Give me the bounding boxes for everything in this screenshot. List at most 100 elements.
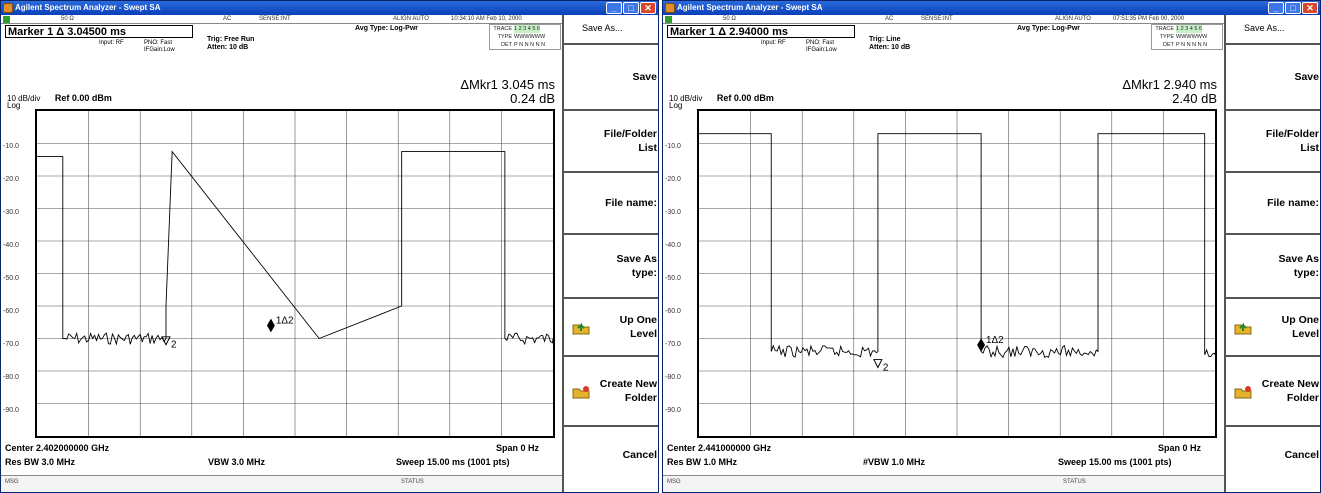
create-new-folder-button[interactable]: Create New Folder [1226,357,1320,427]
atten-label: Atten: 10 dB [207,44,249,51]
y-tick: -60.0 [3,308,19,315]
close-icon[interactable]: ✕ [640,2,656,14]
datetime: 10:34:10 AM Feb 10, 2000 [451,16,522,22]
y-tick: -10.0 [665,143,681,150]
msg-label: MSG [5,479,19,485]
det-val: P N N N N N [1176,42,1208,48]
ref-label: Ref 0.00 dBm [54,93,112,103]
center-freq: Center 2.402000000 GHz [5,443,110,453]
marker-label-text: 1Δ2 [986,335,1004,346]
message-bar: MSG STATUS [1,475,562,492]
folder-up-icon [572,322,590,335]
avg-type-label: Avg Type: Log-Pwr [355,25,418,32]
trace-lbl: TRACE [1155,26,1174,32]
softkey-panel: Save As... Save File/Folder List File na… [562,15,658,492]
res-bw-label: Res BW 3.0 MHz [5,457,76,467]
type-lbl: TYPE [1159,34,1174,40]
ifgain-label: IFGain:Low [806,47,837,53]
create-new-folder-button[interactable]: Create New Folder [564,357,658,427]
file-name-button[interactable]: File name: [1226,173,1320,235]
analyzer-window-left: Agilent Spectrum Analyzer - Swept SA _ □… [0,0,659,493]
folder-new-icon [1234,386,1252,399]
minimize-icon[interactable]: _ [606,2,622,14]
file-name-button[interactable]: File name: [564,173,658,235]
impedance: 50 Ω [723,16,736,22]
folder-new-icon [572,386,590,399]
y-tick: -20.0 [3,176,19,183]
analyzer-app-icon [665,3,675,13]
align: ALIGN AUTO [1055,16,1091,22]
marker-triangle [873,359,883,369]
align: ALIGN AUTO [393,16,429,22]
type-lbl: TYPE [497,34,512,40]
create-new-folder-label: Create New Folder [599,378,657,404]
sweep-label: Sweep 15.00 ms (1001 pts) [396,457,510,467]
coupling: AC [885,16,894,22]
close-icon[interactable]: ✕ [1302,2,1318,14]
minimize-icon[interactable]: _ [1268,2,1284,14]
atten-label: Atten: 10 dB [869,44,911,51]
marker-label[interactable]: Marker 1 Δ 3.04500 ms [5,25,193,38]
marker-readout-level: 2.40 dB [1172,91,1217,106]
y-tick: -50.0 [665,275,681,282]
y-tick: -80.0 [3,374,19,381]
status-row: 50 Ω AC SENSE:INT ALIGN AUTO 07:51:35 PM… [663,15,1224,24]
status-row: 50 Ω AC SENSE:INT ALIGN AUTO 10:34:10 AM… [1,15,562,24]
folder-up-icon [1234,322,1252,335]
save-button[interactable]: Save [564,45,658,111]
maximize-icon[interactable]: □ [1285,2,1301,14]
trace-val: 1 2 3 4 5 6 [514,25,540,33]
y-tick: -70.0 [665,341,681,348]
up-one-level-button[interactable]: Up One Level [1226,299,1320,357]
type-val: WWWWWW [514,34,546,40]
sense: SENSE:INT [921,16,953,22]
cancel-button[interactable]: Cancel [1226,427,1320,483]
create-new-folder-label: Create New Folder [1261,378,1319,404]
y-tick: -30.0 [665,209,681,216]
status-label: STATUS [401,479,424,485]
file-folder-list-button[interactable]: File/Folder List [564,111,658,173]
log-label: Log [7,101,21,110]
msg-label: MSG [667,479,681,485]
save-as-menu-button[interactable]: Save As... [1226,15,1320,45]
trace-info: TRACE 1 2 3 4 5 6 TYPE WWWWWW DET P N N … [1151,24,1223,50]
marker-label[interactable]: Marker 1 Δ 2.94000 ms [667,25,855,38]
save-as-type-button[interactable]: Save As type: [1226,235,1320,299]
det-val: P N N N N N [514,42,546,48]
save-as-type-button[interactable]: Save As type: [564,235,658,299]
analyzer-window-right: Agilent Spectrum Analyzer - Swept SA _ □… [662,0,1321,493]
impedance: 50 Ω [61,16,74,22]
det-lbl: DET [501,42,512,48]
ifgain-label: IFGain:Low [144,47,175,53]
spectrum-plot[interactable]: 1Δ2 2 [35,109,555,438]
span-label: Span 0 Hz [1158,443,1202,453]
center-freq: Center 2.441000000 GHz [667,443,772,453]
rf-indicator-icon [665,16,672,23]
save-as-menu-button[interactable]: Save As... [564,15,658,45]
det-lbl: DET [1163,42,1174,48]
sweep-label: Sweep 15.00 ms (1001 pts) [1058,457,1172,467]
y-tick: -90.0 [665,407,681,414]
rf-indicator-icon [3,16,10,23]
log-label: Log [669,101,683,110]
up-one-level-button[interactable]: Up One Level [564,299,658,357]
marker-diamond [266,318,275,333]
spectrum-plot[interactable]: 1Δ2 2 [697,109,1217,438]
analyzer-app-icon [3,3,13,13]
save-button[interactable]: Save [1226,45,1320,111]
title-bar: Agilent Spectrum Analyzer - Swept SA _ □… [1,1,658,15]
marker-diamond [977,338,986,352]
datetime: 07:51:35 PM Feb 00, 2000 [1113,16,1185,22]
marker-label-text: 1Δ2 [276,316,294,327]
message-bar: MSG STATUS [663,475,1224,492]
marker-readout-time: ΔMkr1 2.940 ms [1122,77,1217,92]
pno-label: PNO: Fast [806,40,835,46]
trig-label: Trig: Line [869,36,901,43]
file-folder-list-button[interactable]: File/Folder List [1226,111,1320,173]
up-one-level-label: Up One Level [619,314,657,340]
cancel-button[interactable]: Cancel [564,427,658,483]
sense: SENSE:INT [259,16,291,22]
maximize-icon[interactable]: □ [623,2,639,14]
title-bar: Agilent Spectrum Analyzer - Swept SA _ □… [663,1,1320,15]
marker-readout-time: ΔMkr1 3.045 ms [460,77,555,92]
